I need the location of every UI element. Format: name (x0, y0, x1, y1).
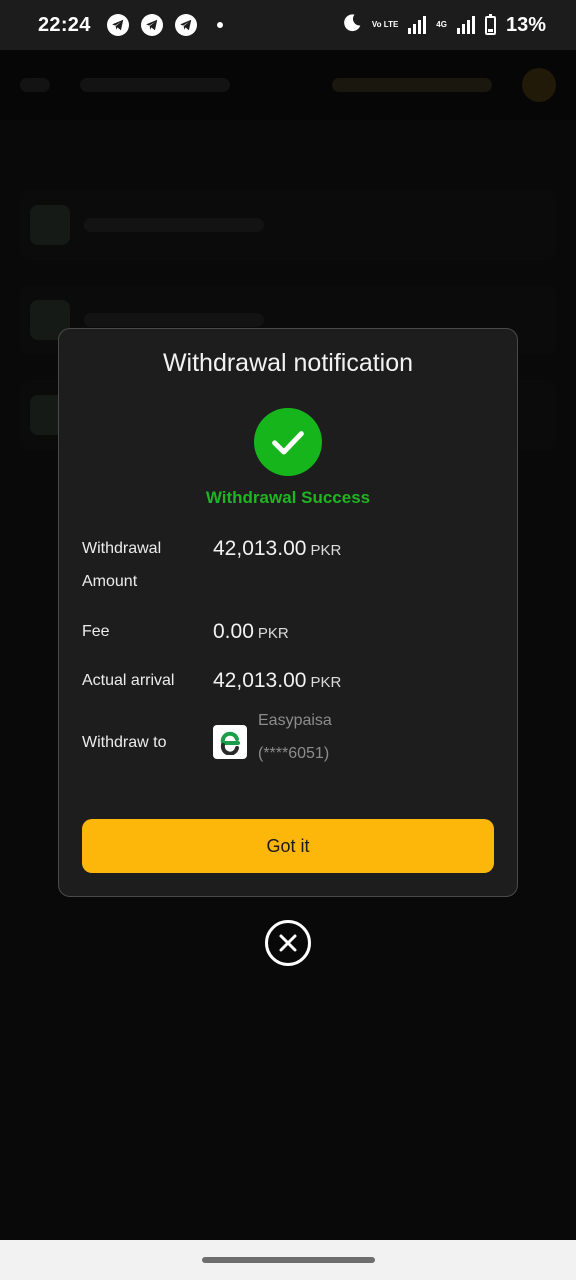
withdrawal-modal: Withdrawal notification Withdrawal Succe… (58, 328, 518, 897)
modal-title: Withdrawal notification (162, 349, 414, 377)
amount-label: Withdrawal Amount (82, 540, 162, 590)
battery-percent: 13% (505, 13, 546, 36)
actual-currency: PKR (310, 674, 342, 691)
actual-number: 42,013.00 (213, 669, 307, 692)
telegram-icon (106, 14, 129, 36)
method-name: Easypaisa (258, 712, 332, 729)
dnd-moon-icon (342, 13, 362, 38)
actual-value: 42,013.00 PKR (213, 669, 341, 693)
fee-number: 0.00 (213, 620, 254, 643)
status-time: 22:24 (38, 13, 91, 36)
status-bar: 22:24 Vo LTE 4G 13% (0, 0, 576, 50)
notification-dot (216, 22, 223, 28)
got-it-button[interactable]: Got it (82, 819, 494, 873)
fee-currency: PKR (257, 625, 289, 642)
telegram-icon (140, 14, 163, 36)
telegram-icon (174, 14, 197, 36)
account-number: (****6051) (258, 745, 330, 762)
home-gesture-handle[interactable] (202, 1257, 375, 1263)
signal-icon (408, 16, 427, 34)
volte-icon: Vo LTE (371, 20, 399, 29)
fee-label: Fee (82, 623, 110, 640)
fee-value: 0.00 PKR (213, 620, 289, 644)
battery-icon (484, 13, 496, 35)
amount-number: 42,013.00 (213, 537, 307, 560)
4g-label: 4G (436, 20, 447, 29)
status-text: Withdrawal Success (205, 488, 371, 507)
check-icon (254, 408, 322, 476)
actual-label: Actual arrival (82, 672, 175, 689)
easypaisa-logo (213, 725, 247, 759)
system-nav-bar (0, 1240, 576, 1280)
4g-signal-icon (456, 16, 475, 34)
close-circle-icon[interactable] (265, 920, 311, 966)
amount-value: 42,013.00 PKR (213, 537, 341, 561)
withdraw-to-label: Withdraw to (82, 734, 167, 751)
amount-currency: PKR (310, 542, 342, 559)
